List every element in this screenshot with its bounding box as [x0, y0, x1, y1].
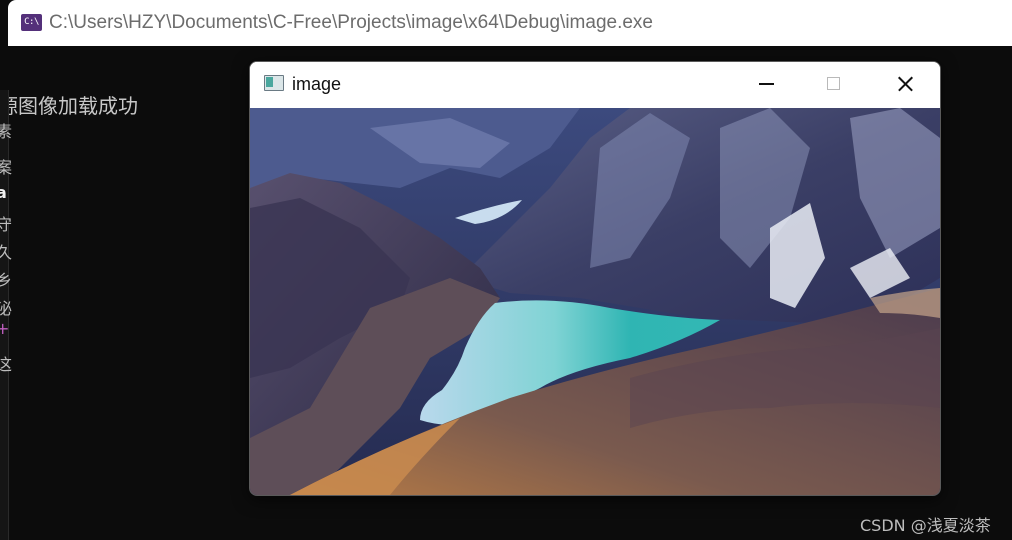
image-window[interactable]: image: [249, 61, 941, 496]
side-glyph: 守: [0, 215, 13, 234]
side-glyph: 泌: [0, 299, 13, 318]
window-app-icon: [264, 75, 284, 91]
landscape-photo: [250, 108, 940, 495]
console-window-title: C:\Users\HZY\Documents\C-Free\Projects\i…: [49, 12, 654, 33]
image-window-title: image: [292, 74, 342, 94]
csdn-watermark: CSDN @浅夏淡茶: [860, 516, 991, 535]
side-glyph: a: [0, 183, 7, 202]
background-editor-strip: 素 案 a 守 久 乡 泌 + 这: [0, 90, 13, 540]
side-glyph: 这: [0, 355, 13, 374]
image-display-canvas[interactable]: [250, 108, 940, 495]
close-button[interactable]: [882, 62, 928, 108]
side-glyph: +: [0, 319, 10, 338]
minimize-button[interactable]: [744, 62, 790, 108]
side-glyph: 案: [0, 158, 13, 177]
console-app-icon: C:\: [21, 14, 42, 31]
side-glyph: 乡: [0, 271, 13, 290]
console-output-line: 源图像加载成功: [0, 94, 138, 118]
side-glyph: 素: [0, 122, 13, 141]
console-titlebar[interactable]: C:\ C:\Users\HZY\Documents\C-Free\Projec…: [8, 0, 1012, 46]
side-glyph: 久: [0, 243, 13, 262]
image-window-titlebar[interactable]: image: [250, 62, 940, 108]
maximize-button[interactable]: [811, 62, 857, 108]
